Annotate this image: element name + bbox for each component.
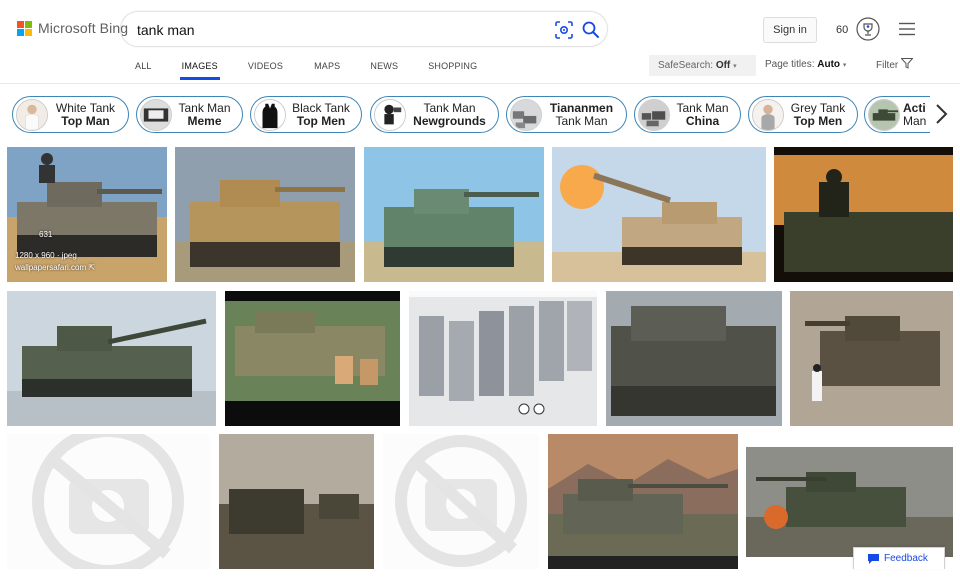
chevron-right-icon[interactable] (931, 102, 951, 126)
image-result[interactable] (774, 147, 953, 282)
image-dimensions: 1280 x 960 · jpeg (15, 251, 77, 260)
chip-label-line2: Top Men (793, 113, 843, 128)
chat-bubble-icon (868, 553, 879, 564)
image-result[interactable] (219, 434, 374, 569)
camera-scan-icon[interactable] (555, 21, 573, 39)
related-chip[interactable]: Acti Man (864, 96, 930, 133)
image-source[interactable]: wallpapersafari.com (15, 263, 86, 272)
search-box (120, 11, 608, 47)
microsoft-logo-icon (17, 20, 32, 36)
tab-shopping[interactable]: SHOPPING (428, 61, 477, 71)
tank-image (746, 447, 953, 557)
chip-label-line2: Man (903, 113, 927, 128)
chip-label-line1: Tank Man (178, 100, 231, 115)
filter-label: Filter (876, 60, 899, 71)
sign-in-button[interactable]: Sign in (763, 17, 817, 43)
tab-videos[interactable]: VIDEOS (248, 61, 283, 71)
search-input[interactable] (137, 20, 537, 40)
tank-image (225, 291, 400, 426)
tank-image (548, 434, 738, 569)
external-link-icon: ⇱ (88, 263, 96, 272)
page-titles-label: Page titles: (765, 59, 815, 70)
tank-image (364, 147, 544, 282)
tank-image (219, 434, 374, 569)
tank-image (790, 291, 953, 426)
image-results-grid: 631 1280 x 960 · jpeg wallpapersafari.co… (0, 147, 960, 577)
tank-image (175, 147, 355, 282)
chip-thumbnail (254, 99, 286, 131)
chip-label-line1: Black Tank (292, 100, 350, 115)
related-chip[interactable]: Tiananmen Tank Man (506, 96, 627, 133)
chip-thumbnail (510, 99, 542, 131)
no-image-camera-icon (7, 434, 210, 569)
trophy-icon[interactable] (856, 17, 880, 41)
safesearch-value: Off (715, 60, 731, 71)
chip-thumbnail (374, 99, 406, 131)
chip-label-line1: Tank Man (423, 100, 476, 115)
chip-label-line2: Top Men (296, 113, 346, 128)
chip-label-line2: Newgrounds (413, 113, 486, 128)
related-chip[interactable]: Tank Man Meme (136, 96, 243, 133)
image-result[interactable] (409, 291, 597, 426)
image-result[interactable] (364, 147, 544, 282)
chip-label-line1: Grey Tank (790, 100, 846, 115)
chip-label-line1: Tank Man (676, 100, 729, 115)
related-chip[interactable]: Tank Man China (634, 96, 741, 133)
image-result[interactable] (548, 434, 738, 569)
image-result[interactable] (7, 291, 216, 426)
tank-image (552, 147, 766, 282)
image-result[interactable] (225, 291, 400, 426)
funnel-icon (900, 58, 914, 69)
tank-image (409, 291, 597, 426)
tab-news[interactable]: NEWS (370, 61, 398, 71)
no-image-camera-icon (383, 434, 539, 569)
chip-thumbnail (868, 99, 900, 131)
feedback-label: Feedback (884, 553, 928, 564)
safesearch-dropdown[interactable]: SafeSearch: Off ▾ (649, 55, 756, 76)
page-titles-value: Auto (817, 59, 841, 70)
chip-thumbnail (16, 99, 48, 131)
image-count: 631 (39, 230, 53, 239)
rewards-points[interactable]: 60 (836, 24, 848, 36)
logo-text: Microsoft Bing (38, 20, 129, 36)
chip-label-line1: White Tank (55, 100, 116, 115)
hamburger-menu-icon[interactable] (899, 22, 915, 36)
chip-label-line2: China (685, 113, 720, 128)
image-result[interactable] (552, 147, 766, 282)
vertical-tabs: ALL IMAGES VIDEOS MAPS NEWS SHOPPING (135, 61, 477, 80)
tab-all[interactable]: ALL (135, 61, 152, 71)
chip-thumbnail (752, 99, 784, 131)
related-searches-carousel: White Tank Top Man Tank Man Meme Black Tan… (12, 96, 930, 134)
chip-thumbnail (140, 99, 172, 131)
page-titles-dropdown[interactable]: Page titles: Auto ▾ (765, 59, 846, 70)
bing-logo[interactable]: Microsoft Bing (17, 20, 128, 36)
chip-label-line2: Meme (187, 113, 222, 128)
chip-thumbnail (638, 99, 670, 131)
header-bar: Microsoft Bing Sign in 60 ALL IMAGES VID… (0, 0, 960, 84)
image-result[interactable] (606, 291, 782, 426)
related-chip[interactable]: Grey Tank Top Men (748, 96, 858, 133)
search-icon[interactable] (581, 20, 601, 40)
image-result[interactable] (175, 147, 355, 282)
image-result[interactable] (746, 447, 953, 557)
filter-button[interactable]: Filter (876, 58, 914, 71)
chevron-down-icon: ▾ (842, 62, 847, 69)
tab-maps[interactable]: MAPS (314, 61, 340, 71)
tab-images[interactable]: IMAGES (179, 61, 221, 80)
tank-image (774, 147, 953, 282)
tank-image (606, 291, 782, 426)
tank-image (7, 291, 216, 426)
feedback-button[interactable]: Feedback (853, 547, 945, 569)
image-result[interactable]: 631 1280 x 960 · jpeg wallpapersafari.co… (7, 147, 167, 282)
image-placeholder[interactable] (383, 434, 539, 569)
related-chip[interactable]: Tank Man Newgrounds (370, 96, 499, 133)
image-result[interactable] (790, 291, 953, 426)
safesearch-label: SafeSearch: (658, 60, 714, 71)
chip-label-line2: Top Man (61, 113, 110, 128)
image-placeholder[interactable] (7, 434, 210, 569)
related-chip[interactable]: White Tank Top Man (12, 96, 129, 133)
chip-label-line2: Tank Man (555, 113, 608, 128)
related-chip[interactable]: Black Tank Top Men (250, 96, 362, 133)
chevron-down-icon: ▾ (733, 63, 737, 70)
